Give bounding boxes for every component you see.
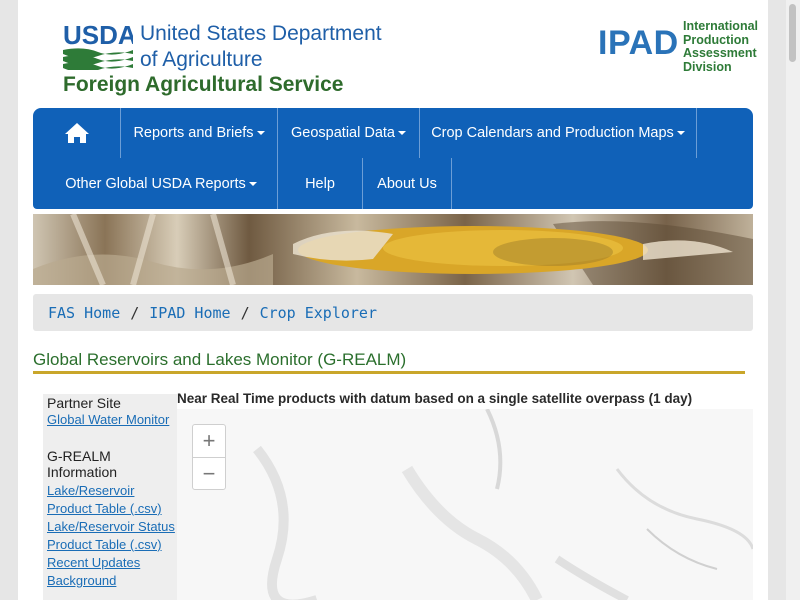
chevron-down-icon [397, 131, 406, 135]
corn-banner-image [33, 214, 753, 285]
main-nav: Reports and Briefs Geospatial Data Crop … [33, 108, 753, 209]
ipad-sub-line: Division [683, 59, 732, 74]
ipad-sub-line: International [683, 19, 759, 33]
reservoir-map[interactable]: + − [177, 409, 753, 600]
sidebar: Partner Site Global Water Monitor G-REAL… [43, 394, 177, 600]
breadcrumb-crop-explorer[interactable]: Crop Explorer [260, 304, 377, 322]
nav-label: Geospatial Data [291, 125, 395, 141]
breadcrumb: FAS Home / IPAD Home / Crop Explorer [33, 294, 753, 331]
corn-cob-illustration [33, 214, 753, 285]
nav-label: About Us [377, 175, 437, 192]
zoom-out-button[interactable]: − [193, 458, 225, 490]
nav-reports-briefs[interactable]: Reports and Briefs [121, 108, 278, 158]
terrain-basemap [253, 409, 753, 600]
background-link[interactable]: Background [47, 572, 177, 590]
lake-reservoir-status-table-link[interactable]: Lake/Reservoir Status Product Table (.cs… [47, 518, 177, 554]
svg-text:USDA: USDA [63, 20, 133, 50]
breadcrumb-separator: / [240, 303, 250, 322]
nav-label: Crop Calendars and Production Maps [431, 125, 674, 141]
zoom-in-button[interactable]: + [193, 425, 225, 458]
nav-geospatial-data[interactable]: Geospatial Data [278, 108, 420, 158]
global-water-monitor-link[interactable]: Global Water Monitor [47, 411, 177, 429]
ipad-sub-line: Production [683, 32, 749, 47]
home-icon [64, 123, 89, 143]
nav-about-us[interactable]: About Us [363, 158, 452, 209]
nav-label: Help [305, 175, 335, 192]
usda-logo[interactable]: USDA [63, 20, 133, 70]
lake-reservoir-product-table-link[interactable]: Lake/Reservoir Product Table (.csv) [47, 482, 177, 518]
page-title: Global Reservoirs and Lakes Monitor (G-R… [33, 350, 407, 369]
ipad-division-name: International Production Assessment Divi… [683, 19, 759, 74]
scrollbar-thumb[interactable] [789, 4, 796, 62]
nav-other-reports[interactable]: Other Global USDA Reports [33, 158, 278, 209]
title-divider [33, 371, 745, 374]
agency-name-line2[interactable]: of Agriculture [140, 48, 263, 72]
scrollbar[interactable] [786, 0, 800, 600]
partner-site-heading: Partner Site [47, 395, 121, 411]
service-name[interactable]: Foreign Agricultural Service [63, 73, 343, 97]
chevron-down-icon [256, 131, 265, 135]
nav-label: Reports and Briefs [133, 125, 254, 141]
agency-name-line1[interactable]: United States Department [140, 22, 382, 46]
chevron-down-icon [676, 131, 685, 135]
zoom-control: + − [192, 424, 226, 490]
breadcrumb-separator: / [130, 303, 140, 322]
nav-help[interactable]: Help [278, 158, 363, 209]
breadcrumb-ipad-home[interactable]: IPAD Home [149, 304, 230, 322]
chevron-down-icon [248, 181, 257, 186]
page: USDA United States Department of Agricul… [18, 0, 768, 600]
nav-label: Other Global USDA Reports [65, 175, 246, 192]
breadcrumb-fas-home[interactable]: FAS Home [48, 304, 120, 322]
nav-crop-calendars[interactable]: Crop Calendars and Production Maps [420, 108, 697, 158]
ipad-sub-line: Assessment [683, 46, 757, 60]
nav-home[interactable] [33, 108, 121, 158]
recent-updates-link[interactable]: Recent Updates [47, 554, 177, 572]
g-realm-info-heading: G-REALM Information [47, 448, 118, 480]
map-caption: Near Real Time products with datum based… [177, 391, 693, 406]
ipad-logo[interactable]: IPAD [598, 24, 679, 63]
